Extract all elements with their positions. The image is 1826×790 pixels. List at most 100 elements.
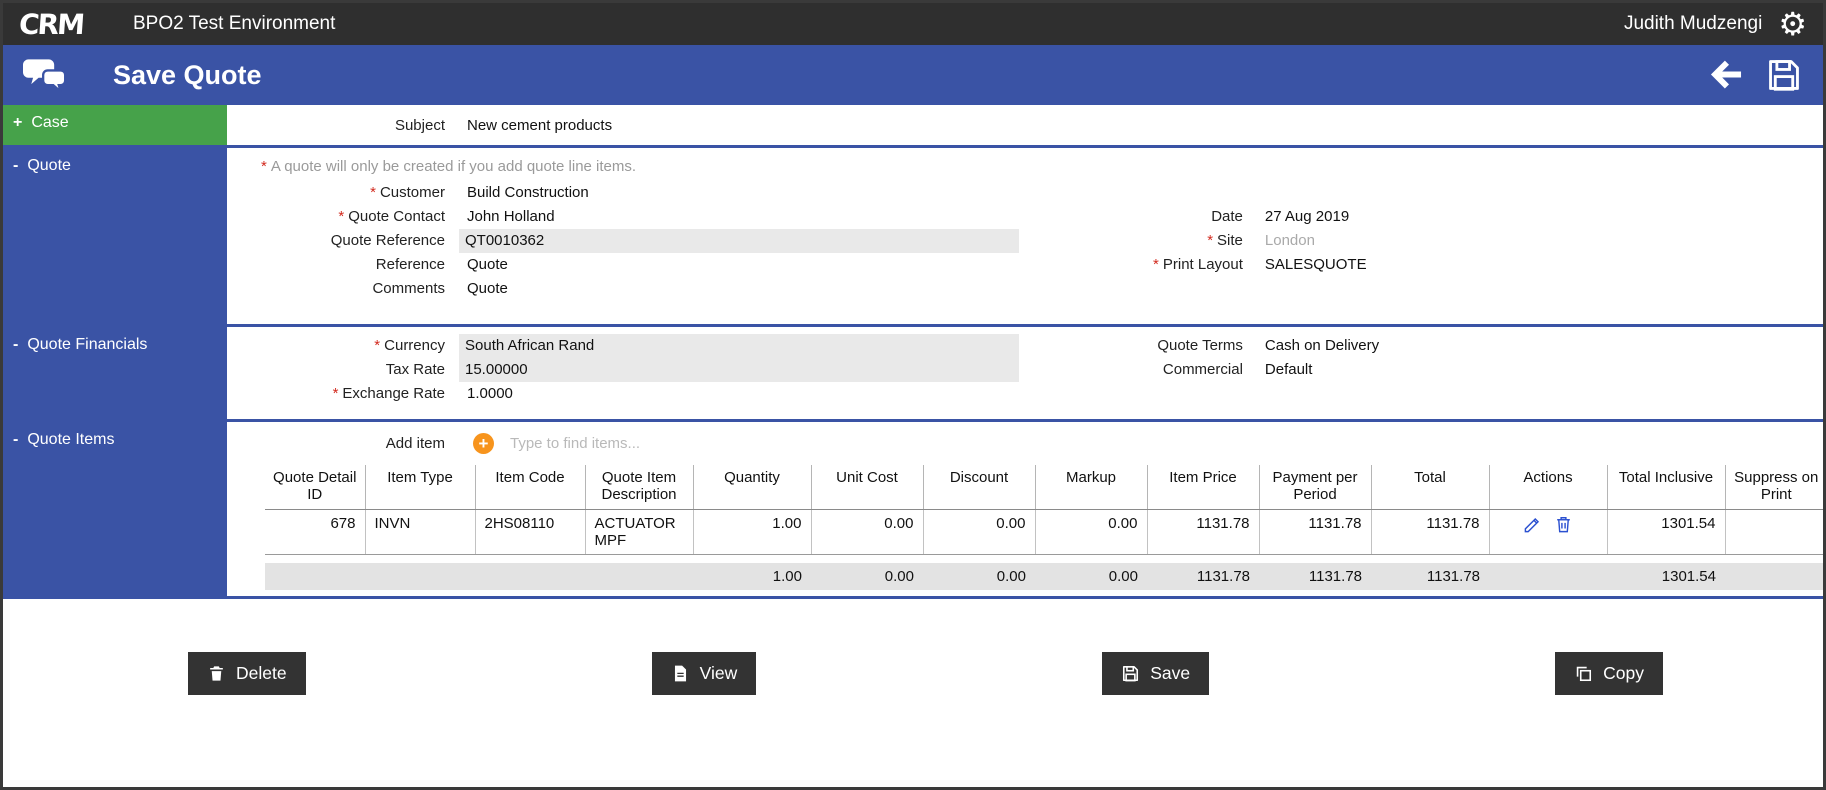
col-header-total: Total	[1371, 465, 1490, 510]
cell-quote-detail-id: 678	[265, 509, 366, 555]
quote-terms-label: Quote Terms	[1157, 337, 1243, 354]
required-marker: *	[1153, 256, 1159, 273]
settings-gear-icon[interactable]: ⚙	[1778, 8, 1807, 40]
sidebar-item-label: Quote	[27, 157, 71, 174]
comments-value[interactable]: Quote	[459, 277, 508, 301]
add-item-button[interactable]: +	[473, 432, 494, 454]
sidebar-item-quote-financials[interactable]: - Quote Financials	[3, 327, 227, 419]
cell-discount: 0.00	[923, 509, 1036, 555]
cell-unit-cost: 0.00	[811, 509, 924, 555]
copy-button-label: Copy	[1603, 662, 1644, 683]
delete-button[interactable]: Delete	[188, 651, 306, 695]
col-header-actions: Actions	[1489, 465, 1608, 510]
tax-rate-field: 15.00000	[459, 358, 1019, 382]
totals-total: 1131.78	[1371, 563, 1489, 590]
col-header-markup: Markup	[1035, 465, 1148, 510]
back-arrow-button[interactable]	[1707, 56, 1745, 94]
cell-actions	[1489, 509, 1608, 555]
edit-pencil-icon[interactable]	[1523, 515, 1542, 534]
totals-unit-cost: 0.00	[811, 563, 923, 590]
sidebar-item-label: Case	[31, 114, 69, 131]
col-header-unit-cost: Unit Cost	[811, 465, 924, 510]
sidebar-item-label: Quote Financials	[27, 336, 148, 353]
case-form: Subject New cement products	[227, 105, 1823, 145]
comments-label: Comments	[372, 280, 445, 297]
required-marker: *	[374, 337, 381, 354]
site-label: * Site	[1207, 232, 1243, 249]
cell-payment-per-period: 1131.78	[1259, 509, 1372, 555]
customer-label: * Customer	[370, 184, 445, 201]
totals-empty	[475, 563, 585, 590]
copy-button[interactable]: Copy	[1555, 651, 1663, 695]
required-marker: *	[370, 184, 376, 201]
cell-markup: 0.00	[1035, 509, 1148, 555]
quote-items-panel: Add item + Quote Detail ID Item Type Ite…	[227, 422, 1823, 596]
quote-financials-section: - Quote Financials * Currency South Africa…	[3, 327, 1823, 422]
collapse-icon: -	[13, 157, 19, 174]
sidebar-item-case[interactable]: + Case	[3, 105, 227, 145]
totals-empty	[265, 563, 365, 590]
col-header-quantity: Quantity	[693, 465, 812, 510]
sidebar-item-quote[interactable]: - Quote	[3, 148, 227, 324]
financials-form-left: * Currency South African Rand Tax Rate 15…	[227, 334, 1057, 406]
table-totals-row: 1.00 0.00 0.00 0.00 1131.78 1131.78 1131…	[265, 563, 1823, 590]
totals-payment-per-period: 1131.78	[1259, 563, 1371, 590]
required-marker: *	[261, 158, 267, 175]
totals-empty	[585, 563, 693, 590]
totals-empty	[1489, 563, 1607, 590]
cell-item-code: 2HS08110	[475, 509, 586, 555]
delete-trash-icon[interactable]	[1554, 515, 1573, 534]
col-header-quote-item-description: Quote Item Description	[585, 465, 694, 510]
totals-markup: 0.00	[1035, 563, 1147, 590]
subject-label: Subject	[394, 116, 445, 134]
tax-rate-label: Tax Rate	[385, 361, 445, 378]
reference-value[interactable]: Quote	[459, 253, 508, 277]
collapse-icon: -	[13, 336, 19, 353]
col-header-discount: Discount	[923, 465, 1036, 510]
date-value[interactable]: 27 Aug 2019	[1257, 205, 1349, 229]
exchange-rate-label: * Exchange Rate	[332, 385, 445, 402]
top-bar: CRM BPO2 Test Environment Judith Mudzeng…	[3, 3, 1823, 45]
top-bar-right: Judith Mudzengi ⚙	[1624, 8, 1807, 40]
quote-contact-value[interactable]: John Holland	[459, 205, 555, 229]
col-header-total-inclusive: Total Inclusive	[1607, 465, 1726, 510]
view-button-label: View	[699, 662, 738, 683]
quote-form: * A quote will only be created if you add…	[227, 148, 1823, 324]
commercial-value[interactable]: Default	[1257, 358, 1313, 382]
sidebar-item-quote-items[interactable]: - Quote Items	[3, 422, 227, 596]
case-section: + Case Subject New cement products	[3, 105, 1823, 148]
customer-value[interactable]: Build Construction	[459, 181, 589, 205]
table-header-row: Quote Detail ID Item Type Item Code Quot…	[265, 465, 1823, 510]
page-title: Save Quote	[113, 59, 262, 90]
save-disk-button[interactable]	[1765, 56, 1803, 94]
quote-financials-form: * Currency South African Rand Tax Rate 15…	[227, 327, 1823, 419]
print-layout-label: * Print Layout	[1153, 256, 1243, 273]
totals-item-price: 1131.78	[1147, 563, 1259, 590]
subject-value[interactable]: New cement products	[459, 114, 612, 138]
cell-total-inclusive: 1301.54	[1607, 509, 1726, 555]
view-button[interactable]: View	[651, 651, 757, 695]
quote-items-table: Quote Detail ID Item Type Item Code Quot…	[265, 465, 1823, 590]
col-header-payment-per-period: Payment per Period	[1259, 465, 1372, 510]
cell-suppress-on-print	[1725, 509, 1823, 555]
quote-section: - Quote * A quote will only be created if …	[3, 148, 1823, 327]
collapse-icon: -	[13, 431, 19, 448]
cell-quantity: 1.00	[693, 509, 812, 555]
chat-bubble-icon	[23, 56, 67, 94]
totals-empty	[365, 563, 475, 590]
exchange-rate-value[interactable]: 1.0000	[459, 382, 513, 406]
quote-note: * A quote will only be created if you add…	[261, 158, 637, 175]
find-items-input[interactable]	[508, 433, 942, 453]
site-value[interactable]: London	[1257, 229, 1315, 253]
cell-item-type: INVN	[365, 509, 476, 555]
quote-reference-field: QT0010362	[459, 229, 1019, 253]
save-button[interactable]: Save	[1102, 651, 1210, 695]
quote-form-left: * Customer Build Construction * Quote Cont…	[227, 181, 1057, 301]
required-marker: *	[338, 208, 345, 225]
quote-terms-value[interactable]: Cash on Delivery	[1257, 334, 1379, 358]
header-actions	[1707, 56, 1803, 94]
add-item-label: Add item	[385, 434, 445, 452]
cell-description: ACTUATOR MPF	[585, 509, 694, 555]
col-header-item-code: Item Code	[475, 465, 586, 510]
print-layout-value[interactable]: SALESQUOTE	[1257, 253, 1367, 277]
